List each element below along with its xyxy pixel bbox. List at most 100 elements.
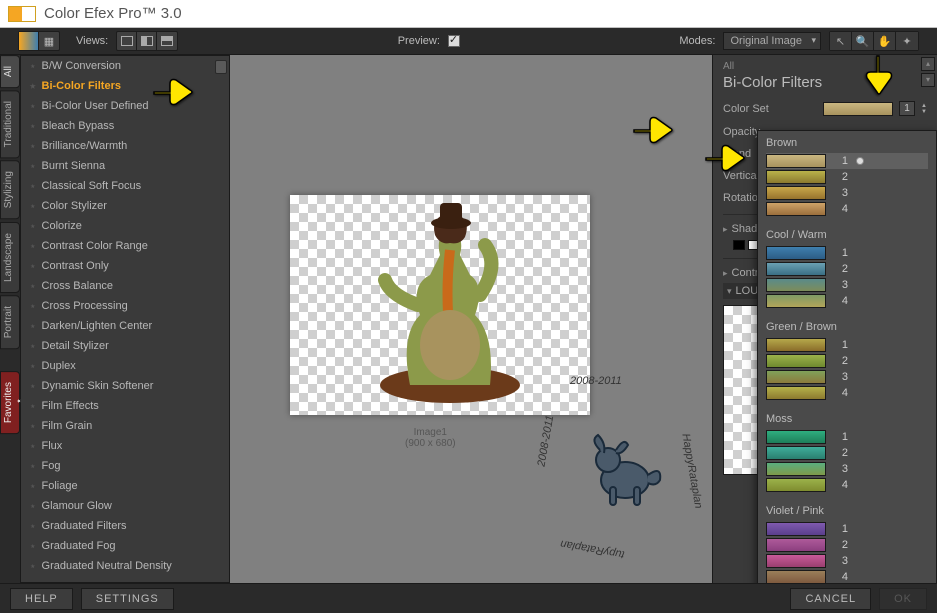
hand-icon[interactable]: ✋ — [874, 32, 896, 50]
filter-item[interactable]: ⋆Bi-Color User Defined — [21, 96, 229, 116]
filter-item[interactable]: ⋆Contrast Only — [21, 256, 229, 276]
vtab-stylizing[interactable]: Stylizing — [0, 160, 20, 219]
pointer-icon[interactable]: ↖ — [830, 32, 852, 50]
star-icon[interactable]: ⋆ — [29, 559, 37, 573]
swatch-row[interactable]: 1 — [766, 153, 928, 169]
panel-scroll-up[interactable]: ▴ — [921, 57, 935, 71]
filter-item[interactable]: ⋆Film Grain — [21, 416, 229, 436]
filter-item[interactable]: ⋆Colorize — [21, 216, 229, 236]
swatch-row[interactable]: 3 — [766, 369, 928, 385]
filter-item[interactable]: ⋆Contrast Color Range — [21, 236, 229, 256]
filter-item[interactable]: ⋆Duplex — [21, 356, 229, 376]
star-icon[interactable]: ⋆ — [29, 339, 37, 353]
filter-item[interactable]: ⋆Cross Processing — [21, 296, 229, 316]
vtab-landscape[interactable]: Landscape — [0, 222, 20, 293]
filter-item[interactable]: ⋆Flux — [21, 436, 229, 456]
star-icon[interactable]: ⋆ — [29, 419, 37, 433]
swatch-row[interactable]: 1 — [766, 337, 928, 353]
filter-item[interactable]: ⋆Brilliance/Warmth — [21, 136, 229, 156]
swatch-row[interactable]: 2 — [766, 445, 928, 461]
filter-item[interactable]: ⋆Graduated Neutral Density — [21, 556, 229, 576]
colorset-spinner[interactable]: ▲▼ — [921, 103, 927, 115]
filter-item[interactable]: ⋆B/W Conversion — [21, 56, 229, 76]
swatch-row[interactable]: 4 — [766, 385, 928, 401]
star-icon[interactable]: ⋆ — [29, 139, 37, 153]
star-icon[interactable]: ⋆ — [29, 379, 37, 393]
view-single-icon[interactable] — [117, 32, 137, 50]
filter-item[interactable]: ⋆Glamour Glow — [21, 496, 229, 516]
filter-item[interactable]: ⋆Darken/Lighten Center — [21, 316, 229, 336]
settings-button[interactable]: SETTINGS — [81, 588, 174, 610]
star-icon[interactable]: ⋆ — [29, 399, 37, 413]
colorset-swatch[interactable] — [823, 102, 893, 116]
star-icon[interactable]: ⋆ — [29, 539, 37, 553]
star-icon[interactable]: ⋆ — [29, 259, 37, 273]
filter-item[interactable]: ⋆Dynamic Skin Softener — [21, 376, 229, 396]
filter-item[interactable]: ⋆Foliage — [21, 476, 229, 496]
swatch-row[interactable]: 4 — [766, 201, 928, 217]
vtab-favorites[interactable]: Favorites — [0, 371, 20, 434]
display-mode-toggle[interactable]: ▦ — [18, 31, 60, 51]
swatch-row[interactable]: 2 — [766, 261, 928, 277]
filter-item[interactable]: ⋆Bleach Bypass — [21, 116, 229, 136]
star-icon[interactable]: ⋆ — [29, 99, 37, 113]
panel-menu-icon[interactable]: ▾ — [921, 73, 935, 87]
filter-item[interactable]: ⋆Classical Soft Focus — [21, 176, 229, 196]
views-toggle[interactable] — [116, 31, 178, 51]
star-icon[interactable]: ⋆ — [29, 439, 37, 453]
star-icon[interactable]: ⋆ — [29, 59, 37, 73]
vtab-traditional[interactable]: Traditional — [0, 90, 20, 158]
filter-item[interactable]: ⋆Color Stylizer — [21, 196, 229, 216]
swatch-row[interactable]: 2 — [766, 353, 928, 369]
swatch-row[interactable]: 2 — [766, 537, 928, 553]
help-button[interactable]: HELP — [10, 588, 73, 610]
view-split-h-icon[interactable] — [157, 32, 177, 50]
filter-item[interactable]: ⋆Bi-Color Filters — [21, 76, 229, 96]
filter-item[interactable]: ⋆Graduated Filters — [21, 516, 229, 536]
star-icon[interactable]: ⋆ — [29, 179, 37, 193]
star-icon[interactable]: ⋆ — [29, 119, 37, 133]
display-grid-icon[interactable]: ▦ — [39, 32, 59, 50]
star-icon[interactable]: ⋆ — [29, 239, 37, 253]
filter-scrollbar[interactable] — [215, 60, 227, 74]
swatch-row[interactable]: 3 — [766, 277, 928, 293]
star-icon[interactable]: ⋆ — [29, 459, 37, 473]
view-split-v-icon[interactable] — [137, 32, 157, 50]
filter-item[interactable]: ⋆Cross Balance — [21, 276, 229, 296]
vtab-portrait[interactable]: Portrait — [0, 295, 20, 349]
star-icon[interactable]: ⋆ — [29, 159, 37, 173]
colorset-index[interactable]: 1 — [899, 101, 915, 116]
swatch-row[interactable]: 3 — [766, 461, 928, 477]
star-icon[interactable]: ⋆ — [29, 219, 37, 233]
swatch-row[interactable]: 3 — [766, 553, 928, 569]
modes-dropdown[interactable]: Original Image — [723, 32, 821, 50]
cancel-button[interactable]: CANCEL — [790, 588, 871, 610]
filter-item[interactable]: ⋆Burnt Sienna — [21, 156, 229, 176]
swatch-row[interactable]: 1 — [766, 521, 928, 537]
swatch-row[interactable]: 1 — [766, 245, 928, 261]
star-icon[interactable]: ⋆ — [29, 479, 37, 493]
colorset-popover[interactable]: Brown1234Cool / Warm1234Green / Brown123… — [757, 130, 937, 613]
filter-item[interactable]: ⋆Fog — [21, 456, 229, 476]
preview-checkbox[interactable] — [448, 35, 460, 47]
star-icon[interactable]: ⋆ — [29, 319, 37, 333]
swatch-row[interactable]: 4 — [766, 477, 928, 493]
star-icon[interactable]: ⋆ — [29, 299, 37, 313]
vtab-all[interactable]: All — [0, 55, 20, 88]
star-icon[interactable]: ⋆ — [29, 279, 37, 293]
zoom-icon[interactable]: 🔍 — [852, 32, 874, 50]
light-icon[interactable]: ✦ — [896, 32, 918, 50]
star-icon[interactable]: ⋆ — [29, 499, 37, 513]
star-icon[interactable]: ⋆ — [29, 359, 37, 373]
display-color-icon[interactable] — [19, 32, 39, 50]
filter-item[interactable]: ⋆Graduated Fog — [21, 536, 229, 556]
swatch-row[interactable]: 4 — [766, 293, 928, 309]
filter-item[interactable]: ⋆Film Effects — [21, 396, 229, 416]
star-icon[interactable]: ⋆ — [29, 519, 37, 533]
star-icon[interactable]: ⋆ — [29, 199, 37, 213]
swatch-row[interactable]: 3 — [766, 185, 928, 201]
filter-list[interactable]: ⋆B/W Conversion⋆Bi-Color Filters⋆Bi-Colo… — [21, 56, 229, 582]
ok-button[interactable]: OK — [879, 588, 927, 610]
swatch-row[interactable]: 1 — [766, 429, 928, 445]
star-icon[interactable]: ⋆ — [29, 79, 37, 93]
